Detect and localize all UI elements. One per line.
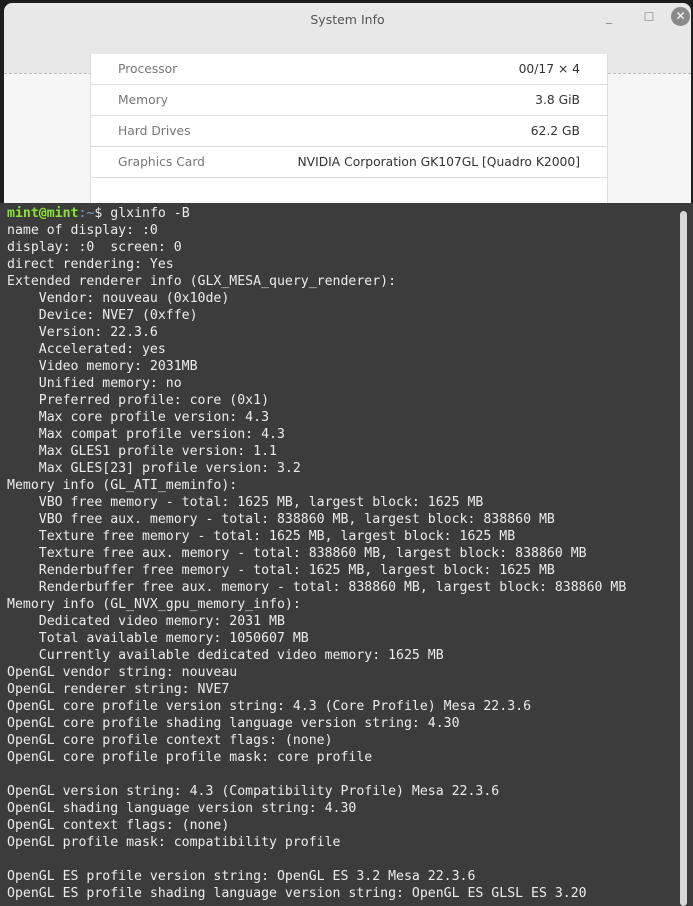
terminal-line: OpenGL profile mask: compatibility profi…	[7, 835, 341, 850]
terminal-line: OpenGL core profile profile mask: core p…	[7, 750, 373, 765]
terminal-window[interactable]: mint@mint:~$ glxinfo -B name of display: …	[0, 203, 693, 906]
terminal-line: OpenGL core profile shading language ver…	[7, 716, 460, 731]
terminal-line: Max compat profile version: 4.3	[7, 427, 285, 442]
prompt-path: :~	[78, 206, 95, 221]
info-label: Processor	[118, 62, 178, 76]
terminal-line: Currently available dedicated video memo…	[7, 648, 444, 663]
info-row-hard-drives: Hard Drives 62.2 GB	[91, 116, 607, 147]
close-button[interactable]: ✕	[671, 7, 690, 26]
command: glxinfo -B	[110, 206, 190, 221]
terminal-line: direct rendering: Yes	[7, 257, 174, 272]
terminal-output: mint@mint:~$ glxinfo -B name of display: …	[7, 205, 626, 902]
info-row-graphics-card: Graphics Card NVIDIA Corporation GK107GL …	[91, 147, 607, 178]
terminal-line: Renderbuffer free aux. memory - total: 8…	[7, 580, 627, 595]
maximize-button[interactable]: ☐	[641, 9, 657, 25]
terminal-line: OpenGL renderer string: NVE7	[7, 682, 230, 697]
terminal-line: display: :0 screen: 0	[7, 240, 182, 255]
terminal-line: Total available memory: 1050607 MB	[7, 631, 309, 646]
terminal-line: Texture free aux. memory - total: 838860…	[7, 546, 587, 561]
scrollbar[interactable]	[680, 211, 687, 906]
terminal-line: name of display: :0	[7, 223, 158, 238]
info-row-memory: Memory 3.8 GiB	[91, 85, 607, 116]
terminal-line: Dedicated video memory: 2031 MB	[7, 614, 285, 629]
system-info-window: System Info _ ☐ ✕ Processor 00/17 × 4 Mem…	[4, 3, 691, 203]
info-label: Hard Drives	[118, 124, 191, 138]
info-value: 62.2 GB	[530, 124, 580, 138]
minimize-button[interactable]: _	[601, 9, 617, 25]
terminal-line: OpenGL context flags: (none)	[7, 818, 230, 833]
info-card: Processor 00/17 × 4 Memory 3.8 GiB Hard Dr…	[90, 54, 608, 203]
prompt-user: mint@mint	[7, 206, 79, 221]
terminal-line: Renderbuffer free memory - total: 1625 M…	[7, 563, 555, 578]
info-row-processor: Processor 00/17 × 4	[91, 54, 607, 85]
terminal-line: OpenGL version string: 4.3 (Compatibilit…	[7, 784, 500, 799]
prompt-line: mint@mint:~$ glxinfo -B	[7, 205, 626, 222]
terminal-line: Max GLES[23] profile version: 3.2	[7, 461, 301, 476]
info-value: 00/17 × 4	[518, 62, 580, 76]
info-value: NVIDIA Corporation GK107GL [Quadro K2000…	[297, 155, 580, 169]
terminal-line: Memory info (GL_NVX_gpu_memory_info):	[7, 597, 301, 612]
terminal-line: Version: 22.3.6	[7, 325, 158, 340]
terminal-line: Device: NVE7 (0xffe)	[7, 308, 198, 323]
terminal-line: Unified memory: no	[7, 376, 182, 391]
terminal-line: Video memory: 2031MB	[7, 359, 198, 374]
info-label: Memory	[118, 93, 169, 107]
info-label: Graphics Card	[118, 155, 205, 169]
terminal-line: OpenGL ES profile version string: OpenGL…	[7, 869, 476, 884]
terminal-line: OpenGL core profile version string: 4.3 …	[7, 699, 532, 714]
terminal-line: Memory info (GL_ATI_meminfo):	[7, 478, 238, 493]
system-info-content: Processor 00/17 × 4 Memory 3.8 GiB Hard Dr…	[4, 54, 691, 203]
terminal-line: OpenGL shading language version string: …	[7, 801, 357, 816]
info-value: 3.8 GiB	[535, 93, 580, 107]
terminal-line: Texture free memory - total: 1625 MB, la…	[7, 529, 516, 544]
info-row-empty	[91, 178, 607, 203]
terminal-line: OpenGL core profile context flags: (none…	[7, 733, 333, 748]
terminal-line: OpenGL vendor string: nouveau	[7, 665, 238, 680]
window-title: System Info	[310, 12, 385, 27]
terminal-line: Max core profile version: 4.3	[7, 410, 270, 425]
terminal-line: Vendor: nouveau (0x10de)	[7, 291, 230, 306]
prompt-symbol: $	[94, 206, 111, 221]
terminal-line: VBO free aux. memory - total: 838860 MB,…	[7, 512, 555, 527]
terminal-line: Max GLES1 profile version: 1.1	[7, 444, 277, 459]
terminal-line: OpenGL ES profile shading language versi…	[7, 886, 587, 901]
terminal-line: Preferred profile: core (0x1)	[7, 393, 270, 408]
terminal-line: VBO free memory - total: 1625 MB, larges…	[7, 495, 484, 510]
terminal-line: Extended renderer info (GLX_MESA_query_r…	[7, 274, 397, 289]
terminal-line: Accelerated: yes	[7, 342, 166, 357]
